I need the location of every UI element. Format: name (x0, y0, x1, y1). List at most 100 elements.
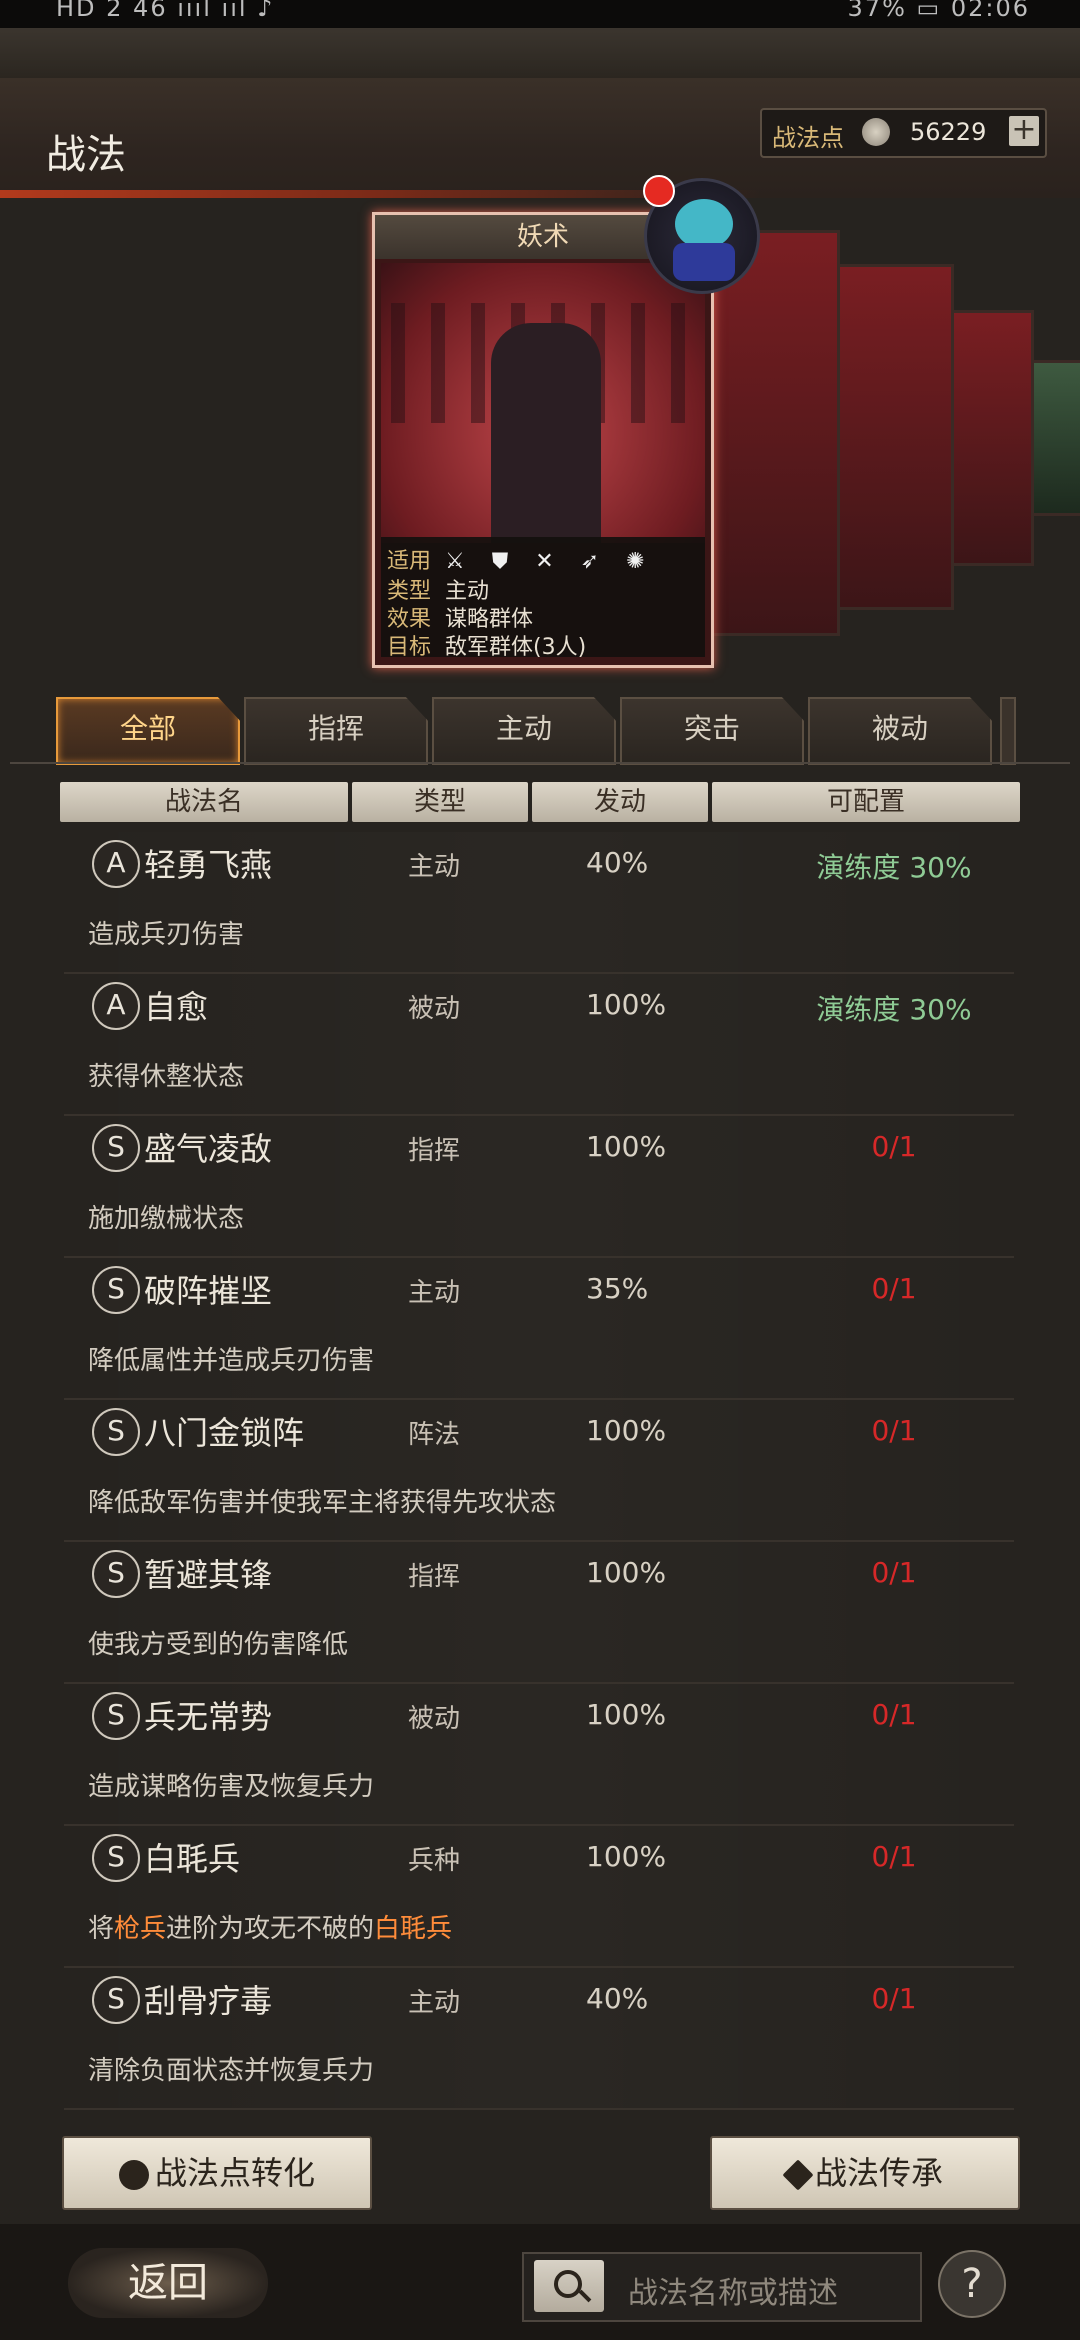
list-item[interactable]: S 盛气凌敌 指挥 100% 0/1 施加缴械状态 (64, 1116, 1014, 1258)
convert-label: 战法点转化 (154, 2154, 315, 2192)
tactic-name: 自愈 (144, 988, 209, 1026)
search-input[interactable]: 战法名称或描述 (628, 2268, 838, 2312)
tactic-type: 被动 (408, 994, 461, 1024)
tactic-name: 暂避其锋 (144, 1556, 273, 1594)
tactic-card-back[interactable] (700, 230, 840, 636)
tactic-description: 获得休整状态 (88, 1062, 245, 1092)
configurable-status: 0/1 (871, 1982, 917, 2015)
drop-icon (118, 2160, 149, 2190)
trigger-rate: 100% (586, 1698, 667, 1731)
column-configurable[interactable]: 可配置 (712, 782, 1020, 822)
hammer-icon (782, 2159, 814, 2191)
card-applicable-row: 适用 ⚔ ⛊ ✕ ➶ ✺ (387, 543, 655, 574)
tactic-card-selected[interactable]: 妖术 适用 ⚔ ⛊ ✕ ➶ ✺ 类型 主动 效果 谋略群体 目标 敌军群体(3人) (372, 212, 714, 668)
inherit-label: 战法传承 (814, 2154, 943, 2192)
trigger-rate: 100% (586, 1840, 667, 1873)
grade-badge: S (92, 1834, 140, 1882)
search-icon[interactable] (534, 2260, 604, 2312)
list-item[interactable]: A 轻勇飞燕 主动 40% 演练度 30% 造成兵刃伤害 (64, 832, 1014, 974)
sorcerer-silhouette (491, 323, 601, 543)
list-item[interactable]: S 暂避其锋 指挥 100% 0/1 使我方受到的伤害降低 (64, 1542, 1014, 1684)
grade-badge: S (92, 1976, 140, 2024)
tactic-description: 使我方受到的伤害降低 (88, 1630, 349, 1660)
tab-passive[interactable]: 被动 (808, 697, 992, 765)
configurable-status: 0/1 (871, 1840, 917, 1873)
desc-part: 将 (88, 1914, 115, 1944)
tactic-type: 兵种 (408, 1846, 461, 1876)
tactic-description: 降低属性并造成兵刃伤害 (88, 1346, 375, 1376)
list-item[interactable]: A 自愈 被动 100% 演练度 30% 获得休整状态 (64, 974, 1014, 1116)
card-type-row: 类型 主动 (387, 573, 489, 604)
unit-type-icons: ⚔ ⛊ ✕ ➶ ✺ (445, 549, 655, 574)
grade-badge: S (92, 1408, 140, 1456)
dino-body-icon (673, 243, 735, 281)
tactic-list[interactable]: A 轻勇飞燕 主动 40% 演练度 30% 造成兵刃伤害 A 自愈 被动 100… (64, 832, 1014, 2122)
tactic-description: 造成兵刃伤害 (88, 920, 245, 950)
convert-points-button[interactable]: 战法点转化 (62, 2136, 372, 2210)
trigger-rate: 100% (586, 1414, 667, 1447)
add-points-button[interactable]: + (1009, 115, 1039, 146)
desc-highlight: 白毦兵 (374, 1914, 453, 1944)
configurable-status: 演练度 30% (816, 851, 972, 884)
tab-command[interactable]: 指挥 (244, 697, 428, 765)
header: 战法 战法点 56229 + (0, 78, 1080, 198)
assistant-avatar[interactable] (643, 175, 760, 294)
tactic-type: 阵法 (408, 1420, 461, 1450)
status-right: 37% ▭ 02:06 (847, 0, 1030, 22)
applicable-label: 适用 (387, 549, 432, 574)
tactic-type: 被动 (408, 1704, 461, 1734)
grade-badge: S (92, 1550, 140, 1598)
dino-face-icon (675, 199, 733, 249)
configurable-status: 演练度 30% (816, 993, 972, 1026)
back-button[interactable]: 返回 (68, 2248, 268, 2318)
configurable-status: 0/1 (871, 1414, 917, 1447)
points-label: 战法点 (772, 124, 844, 152)
tactic-description: 施加缴械状态 (88, 1204, 245, 1234)
feather-coin-icon (862, 118, 890, 146)
inherit-tactic-button[interactable]: 战法传承 (710, 2136, 1020, 2210)
help-button[interactable]: ? (938, 2250, 1006, 2318)
grade-badge: A (92, 982, 140, 1030)
column-name[interactable]: 战法名 (60, 782, 348, 822)
list-item[interactable]: S 白毦兵 兵种 100% 0/1 将枪兵进阶为攻无不破的白毦兵 (64, 1826, 1014, 1968)
column-trigger[interactable]: 发动 (532, 782, 708, 822)
page-title: 战法 (46, 132, 126, 178)
tactic-points: 战法点 56229 + (760, 108, 1047, 158)
status-bar: HD 2 46 ıııl ııl ♪ 37% ▭ 02:06 (0, 0, 1080, 28)
list-item[interactable]: S 破阵摧坚 主动 35% 0/1 降低属性并造成兵刃伤害 (64, 1258, 1014, 1400)
column-type[interactable]: 类型 (352, 782, 528, 822)
configurable-status: 0/1 (871, 1556, 917, 1589)
grade-badge: S (92, 1692, 140, 1740)
grade-badge: A (92, 840, 140, 888)
grade-badge: S (92, 1124, 140, 1172)
trigger-rate: 100% (586, 1556, 667, 1589)
card-info: 适用 ⚔ ⛊ ✕ ➶ ✺ 类型 主动 效果 谋略群体 目标 敌军群体(3人) (381, 537, 705, 660)
tab-more-edge[interactable] (1000, 697, 1016, 765)
target-label: 目标 (387, 635, 432, 660)
tactic-type: 主动 (408, 1278, 461, 1308)
search-bar[interactable]: 战法名称或描述 (522, 2252, 922, 2322)
card-target-row: 目标 敌军群体(3人) (387, 629, 586, 660)
list-item[interactable]: S 刮骨疗毒 主动 40% 0/1 清除负面状态并恢复兵力 (64, 1968, 1014, 2110)
tactic-name: 白毦兵 (144, 1840, 241, 1878)
tactic-type: 主动 (408, 852, 461, 882)
trigger-rate: 35% (586, 1272, 649, 1305)
tactic-card-back[interactable] (830, 264, 954, 610)
tab-assault[interactable]: 突击 (620, 697, 804, 765)
tab-active[interactable]: 主动 (432, 697, 616, 765)
desc-highlight: 枪兵 (114, 1914, 167, 1944)
desc-part: 进阶为攻无不破的 (166, 1914, 375, 1944)
card-effect-row: 效果 谋略群体 (387, 601, 533, 632)
tactic-type: 主动 (408, 1988, 461, 2018)
tactic-description: 造成谋略伤害及恢复兵力 (88, 1772, 375, 1802)
list-item[interactable]: S 八门金锁阵 阵法 100% 0/1 降低敌军伤害并使我军主将获得先攻状态 (64, 1400, 1014, 1542)
tactic-type: 指挥 (408, 1136, 461, 1166)
tab-all[interactable]: 全部 (56, 697, 240, 765)
points-value: 56229 (910, 118, 987, 146)
tactic-name: 刮骨疗毒 (144, 1982, 273, 2020)
notification-dot (643, 175, 675, 207)
top-decoration (0, 28, 1080, 78)
list-item[interactable]: S 兵无常势 被动 100% 0/1 造成谋略伤害及恢复兵力 (64, 1684, 1014, 1826)
grade-badge: S (92, 1266, 140, 1314)
tactic-name: 八门金锁阵 (144, 1414, 305, 1452)
